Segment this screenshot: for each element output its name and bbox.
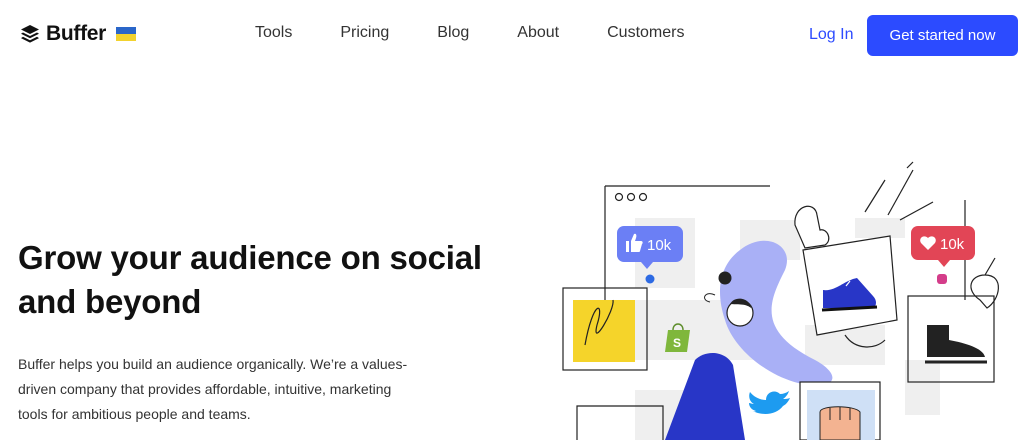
hero-illustration: 10k S 10k [562,161,999,440]
facebook-badge-count: 10k [647,237,672,254]
buffer-stack-icon [21,25,39,43]
hero-title: Grow your audience on social and beyond [18,239,482,320]
twitter-icon [749,391,790,414]
buffer-logo[interactable]: Buffer [20,22,137,46]
hero-description: Buffer helps you build an audience organ… [18,356,408,422]
sticky-note-graphic [562,287,648,371]
get-started-button[interactable]: Get started now [867,15,1018,56]
facebook-icon [645,274,655,284]
nav-link-blog[interactable]: Blog [437,24,469,42]
nav-link-pricing[interactable]: Pricing [340,24,389,42]
svg-text:S: S [673,336,681,350]
fist-photo-card [799,381,881,440]
sparkle-lines [864,161,934,221]
nav-link-about[interactable]: About [517,24,559,42]
ukraine-flag-icon [116,27,137,41]
instagram-badge-count: 10k [940,236,965,253]
instagram-icon [937,274,947,284]
nav-link-tools[interactable]: Tools [255,24,292,42]
nav-link-customers[interactable]: Customers [607,24,684,42]
top-navigation: Buffer Tools Pricing Blog About Customer… [0,0,1024,72]
login-link[interactable]: Log In [809,26,853,44]
nav-links: Tools Pricing Blog About Customers [255,24,684,42]
logo-text: Buffer [46,22,107,45]
